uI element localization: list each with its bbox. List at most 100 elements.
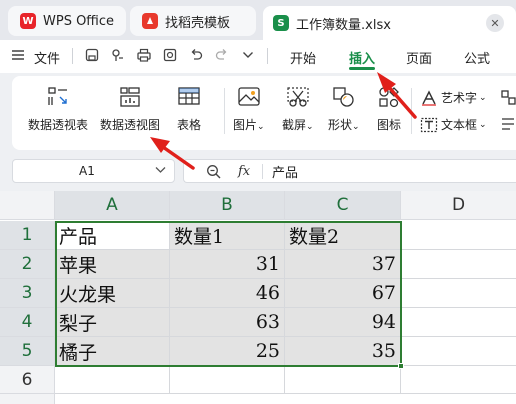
- tab-template-store[interactable]: 找稻壳模板: [130, 6, 256, 36]
- cell-a1[interactable]: 产品: [55, 221, 170, 250]
- more-insert-icon[interactable]: [500, 116, 516, 132]
- picture-icon: [238, 87, 260, 106]
- cell-d5[interactable]: [401, 337, 516, 366]
- table-button[interactable]: 表格: [177, 86, 201, 133]
- tab-wps-office[interactable]: W WPS Office: [8, 6, 126, 36]
- more-insert-icon[interactable]: [500, 89, 516, 105]
- cell-c1[interactable]: 数量2: [285, 221, 401, 250]
- chevron-down-icon[interactable]: [238, 45, 258, 65]
- pivot-chart-icon: [120, 87, 140, 107]
- menu-row: [0, 40, 516, 73]
- chevron-down-icon[interactable]: [155, 163, 166, 177]
- cell-a2[interactable]: 苹果: [55, 250, 170, 279]
- print-icon[interactable]: [134, 45, 154, 65]
- fx-icon[interactable]: fx: [238, 164, 250, 179]
- icon-label: 图标: [377, 118, 402, 132]
- divider: [411, 88, 412, 134]
- formula-input[interactable]: fx 产品: [183, 159, 516, 183]
- table-label: 表格: [177, 118, 202, 132]
- export-pdf-icon[interactable]: [108, 45, 128, 65]
- column-header-b[interactable]: B: [170, 191, 285, 220]
- print-preview-icon[interactable]: [160, 45, 180, 65]
- column-header-c[interactable]: C: [285, 191, 401, 220]
- pivot-chart-button[interactable]: 数据透视图: [100, 86, 160, 133]
- cell-b4[interactable]: 63: [170, 308, 285, 337]
- pivot-table-button[interactable]: 数据透视表: [28, 86, 88, 133]
- cell-b3[interactable]: 46: [170, 279, 285, 308]
- docer-logo-icon: [142, 13, 158, 29]
- row-header-4[interactable]: 4: [0, 308, 55, 337]
- undo-icon[interactable]: [186, 45, 206, 65]
- cell-d6[interactable]: [401, 366, 516, 394]
- save-icon[interactable]: [82, 45, 102, 65]
- cell-a5[interactable]: 橘子: [55, 337, 170, 366]
- cell-b1[interactable]: 数量1: [170, 221, 285, 250]
- tab-insert[interactable]: 插入: [349, 48, 375, 67]
- tab-label: 工作簿数量.xlsx: [296, 17, 391, 33]
- column-header-d[interactable]: D: [401, 191, 516, 220]
- screenshot-button[interactable]: 截屏⌄: [282, 86, 314, 133]
- shape-button[interactable]: 形状⌄: [328, 86, 360, 133]
- zoom-search-icon[interactable]: [206, 164, 221, 183]
- tab-home[interactable]: 开始: [290, 48, 316, 67]
- row-header-3[interactable]: 3: [0, 279, 55, 308]
- table-icon: [178, 87, 200, 105]
- cell-c5[interactable]: 35: [285, 337, 401, 366]
- chevron-down-icon: ⌄: [479, 92, 487, 103]
- cell-c3[interactable]: 67: [285, 279, 401, 308]
- cell-a3[interactable]: 火龙果: [55, 279, 170, 308]
- row-header-5[interactable]: 5: [0, 337, 55, 366]
- divider: [72, 48, 73, 64]
- tab-label: WPS Office: [43, 13, 115, 29]
- row-header-6[interactable]: 6: [0, 366, 55, 394]
- cell-c4[interactable]: 94: [285, 308, 401, 337]
- art-text-label: 艺术字: [441, 91, 478, 105]
- tab-formula[interactable]: 公式: [464, 48, 490, 67]
- formula-content: 产品: [272, 165, 299, 181]
- icons-gallery-icon: [379, 87, 399, 108]
- text-box-button[interactable]: 文本框 ⌄: [420, 116, 487, 133]
- row-header-1[interactable]: 1: [0, 221, 55, 250]
- tab-label: 找稻壳模板: [165, 15, 231, 31]
- redo-icon[interactable]: [212, 45, 232, 65]
- title-tab-bar: W WPS Office 找稻壳模板 S 工作簿数量.xlsx ✕: [0, 0, 516, 40]
- icon-button[interactable]: 图标: [377, 86, 401, 133]
- pivot-chart-label: 数据透视图: [100, 118, 161, 132]
- picture-button[interactable]: 图片⌄: [233, 86, 265, 133]
- divider: [267, 48, 268, 64]
- tab-page[interactable]: 页面: [406, 48, 432, 67]
- shape-icon: [333, 87, 354, 107]
- cell-d2[interactable]: [401, 250, 516, 279]
- row-header-2[interactable]: 2: [0, 250, 55, 279]
- text-box-label: 文本框: [441, 118, 478, 132]
- cell-b5[interactable]: 25: [170, 337, 285, 366]
- select-all-corner[interactable]: [0, 191, 55, 220]
- fill-handle[interactable]: [398, 363, 404, 369]
- active-tab-indicator: [349, 67, 375, 70]
- close-icon[interactable]: ✕: [486, 14, 504, 32]
- cell-a6[interactable]: [55, 366, 170, 394]
- sheet-file-icon: S: [273, 15, 289, 31]
- name-box[interactable]: A1: [12, 159, 175, 183]
- row-header-7[interactable]: [0, 394, 55, 404]
- cell-c6[interactable]: [285, 366, 401, 394]
- cell-d3[interactable]: [401, 279, 516, 308]
- scissors-icon: [287, 87, 309, 107]
- cell-a4[interactable]: 梨子: [55, 308, 170, 337]
- hamburger-menu-icon[interactable]: [8, 45, 28, 65]
- chevron-down-icon: ⌄: [479, 119, 487, 130]
- pivot-table-icon: [48, 87, 67, 105]
- column-header-a[interactable]: A: [55, 191, 170, 220]
- divider: [224, 88, 225, 134]
- text-box-icon: [420, 117, 438, 132]
- cell-b2[interactable]: 31: [170, 250, 285, 279]
- wps-logo-icon: W: [20, 13, 36, 29]
- cell-d1[interactable]: [401, 221, 516, 250]
- divider: [262, 164, 263, 179]
- cell-d4[interactable]: [401, 308, 516, 337]
- tab-workbook-file[interactable]: S 工作簿数量.xlsx ✕: [263, 6, 516, 40]
- file-menu[interactable]: 文件: [34, 48, 60, 67]
- cell-b6[interactable]: [170, 366, 285, 394]
- cell-c2[interactable]: 37: [285, 250, 401, 279]
- art-text-button[interactable]: 艺术字 ⌄: [420, 89, 487, 106]
